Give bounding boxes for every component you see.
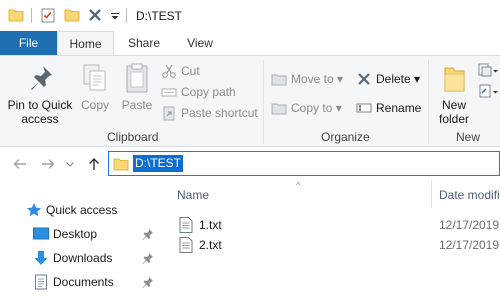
rename-button[interactable]: Rename <box>356 99 426 117</box>
rename-label: Rename <box>376 101 422 115</box>
copy-to-button[interactable]: Copy to ▾ <box>271 99 351 117</box>
file-list: ^ Name Date modifi 1.txt 12/17/2019 2.tx… <box>165 180 500 300</box>
text-file-icon <box>179 237 193 253</box>
nav-item-desktop-label: Desktop <box>53 227 98 241</box>
move-to-label: Move to ▾ <box>291 72 344 86</box>
text-file-icon <box>179 217 193 233</box>
paste-label: Paste <box>121 98 153 112</box>
new-folder-label-line1: New <box>441 98 466 112</box>
pin-icon <box>31 66 52 90</box>
copy-to-label: Copy to ▾ <box>291 101 342 115</box>
quick-access-separator <box>31 8 32 23</box>
copy-icon <box>83 64 106 91</box>
clipboard-group-label: Clipboard <box>107 130 159 144</box>
nav-item-documents-label: Documents <box>53 275 114 289</box>
window-title: D:\TEST <box>136 9 183 23</box>
customize-toolbar-icon[interactable] <box>107 7 123 23</box>
organize-group-separator <box>428 60 429 144</box>
paste-shortcut-label: Paste shortcut <box>181 106 258 120</box>
new-group-label: New <box>456 130 481 144</box>
new-folder-button[interactable]: New folder <box>434 62 474 126</box>
nav-item-desktop[interactable]: Desktop <box>33 223 143 245</box>
download-arrow-icon <box>34 251 48 265</box>
copy-path-icon <box>161 88 177 97</box>
pin-label-line2: access <box>21 112 59 126</box>
easy-access-icon[interactable] <box>478 83 498 99</box>
copy-path-button[interactable]: Copy path <box>161 83 261 101</box>
delete-icon <box>358 73 370 85</box>
cut-button[interactable]: Cut <box>161 62 261 80</box>
copy-label: Copy <box>80 98 109 112</box>
ribbon-tabs: File Home Share View <box>0 31 500 57</box>
nav-quick-access-label: Quick access <box>46 203 118 217</box>
tab-share[interactable]: Share <box>120 31 168 56</box>
sort-ascending-icon: ^ <box>296 180 301 190</box>
copy-button[interactable]: Copy <box>76 62 114 112</box>
documents-icon <box>35 274 47 290</box>
column-header-name[interactable]: Name <box>177 188 209 202</box>
move-to-icon <box>271 74 287 86</box>
delete-button[interactable]: Delete ▾ <box>356 70 426 88</box>
tab-view[interactable]: View <box>176 31 224 56</box>
nav-item-downloads[interactable]: Downloads <box>33 247 143 269</box>
up-arrow-icon[interactable] <box>86 156 102 172</box>
tab-file[interactable]: File <box>0 31 57 56</box>
file-date-modified: 12/17/2019 <box>439 218 500 232</box>
pin-icon[interactable] <box>142 276 154 288</box>
nav-item-downloads-label: Downloads <box>53 251 113 265</box>
delete-label: Delete ▾ <box>376 72 421 86</box>
pin-icon[interactable] <box>142 228 154 240</box>
move-to-button[interactable]: Move to ▾ <box>271 70 351 88</box>
paste-shortcut-button[interactable]: Paste shortcut <box>161 104 261 122</box>
nav-item-documents[interactable]: Documents <box>33 271 143 293</box>
ribbon-home: Pin to Quick access Copy Paste Cut Copy … <box>0 55 500 147</box>
forward-arrow-icon[interactable] <box>40 156 56 172</box>
new-item-icon[interactable] <box>478 62 498 78</box>
column-header-date-modified[interactable]: Date modifi <box>439 188 500 202</box>
new-folder-quick-icon[interactable] <box>64 7 80 23</box>
address-row: D:\TEST <box>0 148 500 180</box>
copy-path-label: Copy path <box>181 85 236 99</box>
paste-icon <box>126 63 148 93</box>
paste-button[interactable]: Paste <box>117 62 157 112</box>
navigation-pane: Quick access Desktop Downloads Documents <box>0 180 165 300</box>
file-name: 1.txt <box>199 218 222 232</box>
scissors-icon <box>162 64 176 78</box>
file-row[interactable]: 1.txt 12/17/2019 <box>165 215 500 235</box>
address-folder-icon <box>113 158 129 171</box>
clipboard-group-separator <box>263 60 264 144</box>
file-name: 2.txt <box>199 238 222 252</box>
recent-locations-chevron-icon[interactable] <box>64 156 76 172</box>
rename-icon <box>356 103 372 113</box>
title-separator <box>126 8 127 23</box>
back-arrow-icon[interactable] <box>12 156 28 172</box>
new-folder-icon <box>444 67 465 92</box>
desktop-icon <box>33 227 49 240</box>
title-bar: D:\TEST <box>0 0 500 31</box>
address-path-text[interactable]: D:\TEST <box>133 155 184 172</box>
pin-label-line1: Pin to Quick <box>7 98 73 112</box>
paste-shortcut-icon <box>163 106 175 121</box>
file-row[interactable]: 2.txt 12/17/2019 <box>165 235 500 255</box>
address-bar[interactable]: D:\TEST <box>108 151 500 176</box>
nav-quick-access[interactable]: Quick access <box>26 199 156 221</box>
new-folder-label-line2: folder <box>438 112 470 126</box>
column-header-row: ^ Name Date modifi <box>165 180 500 208</box>
folder-icon <box>8 9 24 22</box>
star-icon <box>26 203 42 217</box>
properties-icon[interactable] <box>40 7 56 23</box>
tab-home[interactable]: Home <box>57 31 114 57</box>
column-divider[interactable] <box>431 180 432 208</box>
copy-to-icon <box>271 103 287 115</box>
organize-group-label: Organize <box>321 130 370 144</box>
pin-icon[interactable] <box>142 252 154 264</box>
file-date-modified: 12/17/2019 <box>439 238 500 252</box>
cut-label: Cut <box>181 64 200 78</box>
pin-to-quick-access-button[interactable]: Pin to Quick access <box>4 62 76 126</box>
delete-quick-icon[interactable] <box>87 7 103 23</box>
